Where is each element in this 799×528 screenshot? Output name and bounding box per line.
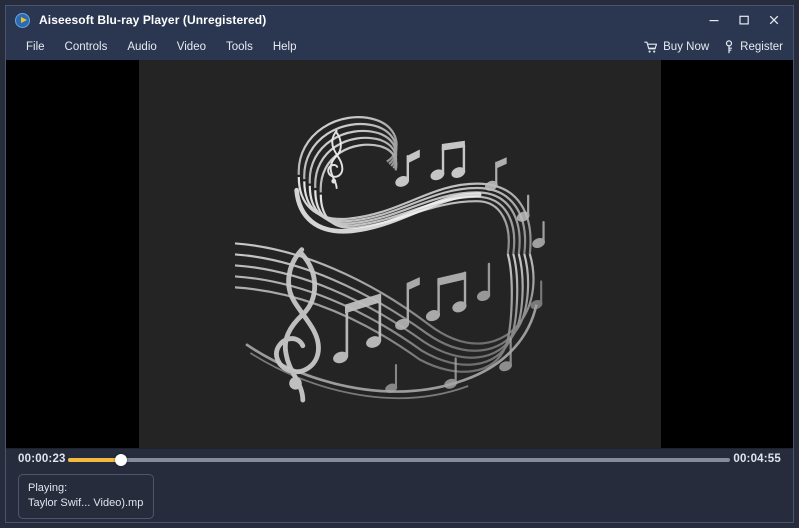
window-title: Aiseesoft Blu-ray Player (Unregistered) [39,13,267,27]
title-bar: Aiseesoft Blu-ray Player (Unregistered) [6,6,793,34]
menu-item-audio[interactable]: Audio [117,37,166,57]
minimize-button[interactable] [699,7,729,33]
application-window: Aiseesoft Blu-ray Player (Unregistered) [5,5,794,523]
menu-item-file[interactable]: File [16,37,55,57]
play-circle-icon [15,12,30,28]
music-notes-artwork [235,89,565,419]
menu-bar: File Controls Audio Video Tools Help Buy… [6,34,793,60]
maximize-button[interactable] [729,7,759,33]
seek-slider[interactable] [68,454,730,466]
total-time-label: 00:04:55 [733,453,781,465]
video-canvas[interactable] [139,60,661,448]
menu-bar-right-links: Buy Now Register [644,34,783,60]
register-link[interactable]: Register [723,40,783,54]
buy-now-label: Buy Now [663,41,710,53]
menu-item-help[interactable]: Help [263,37,307,57]
current-time-label: 00:00:23 [18,453,66,465]
register-label: Register [740,41,783,53]
menu-item-tools[interactable]: Tools [216,37,263,57]
close-button[interactable] [759,7,789,33]
now-playing-box: Playing: Taylor Swif... Video).mp3 [18,474,154,519]
menu-item-video[interactable]: Video [167,37,216,57]
player-control-bar: 00:00:23 00:04:55 Playing: Taylor Swif..… [6,448,793,522]
maximize-icon [739,15,749,25]
minimize-icon [709,20,719,22]
now-playing-filename: Taylor Swif... Video).mp3 [28,497,144,509]
video-stage[interactable] [6,60,793,448]
menu-item-controls[interactable]: Controls [55,37,118,57]
buy-now-link[interactable]: Buy Now [644,41,709,54]
now-playing-label: Playing: [28,482,68,494]
seek-handle[interactable] [114,454,127,466]
app-root: Aiseesoft Blu-ray Player (Unregistered) [0,0,799,528]
shopping-cart-icon [644,41,658,53]
key-icon [726,40,733,54]
seek-fill [68,458,121,462]
window-controls [699,6,789,34]
seek-row: 00:00:23 00:04:55 [6,449,793,471]
close-icon [769,15,779,25]
